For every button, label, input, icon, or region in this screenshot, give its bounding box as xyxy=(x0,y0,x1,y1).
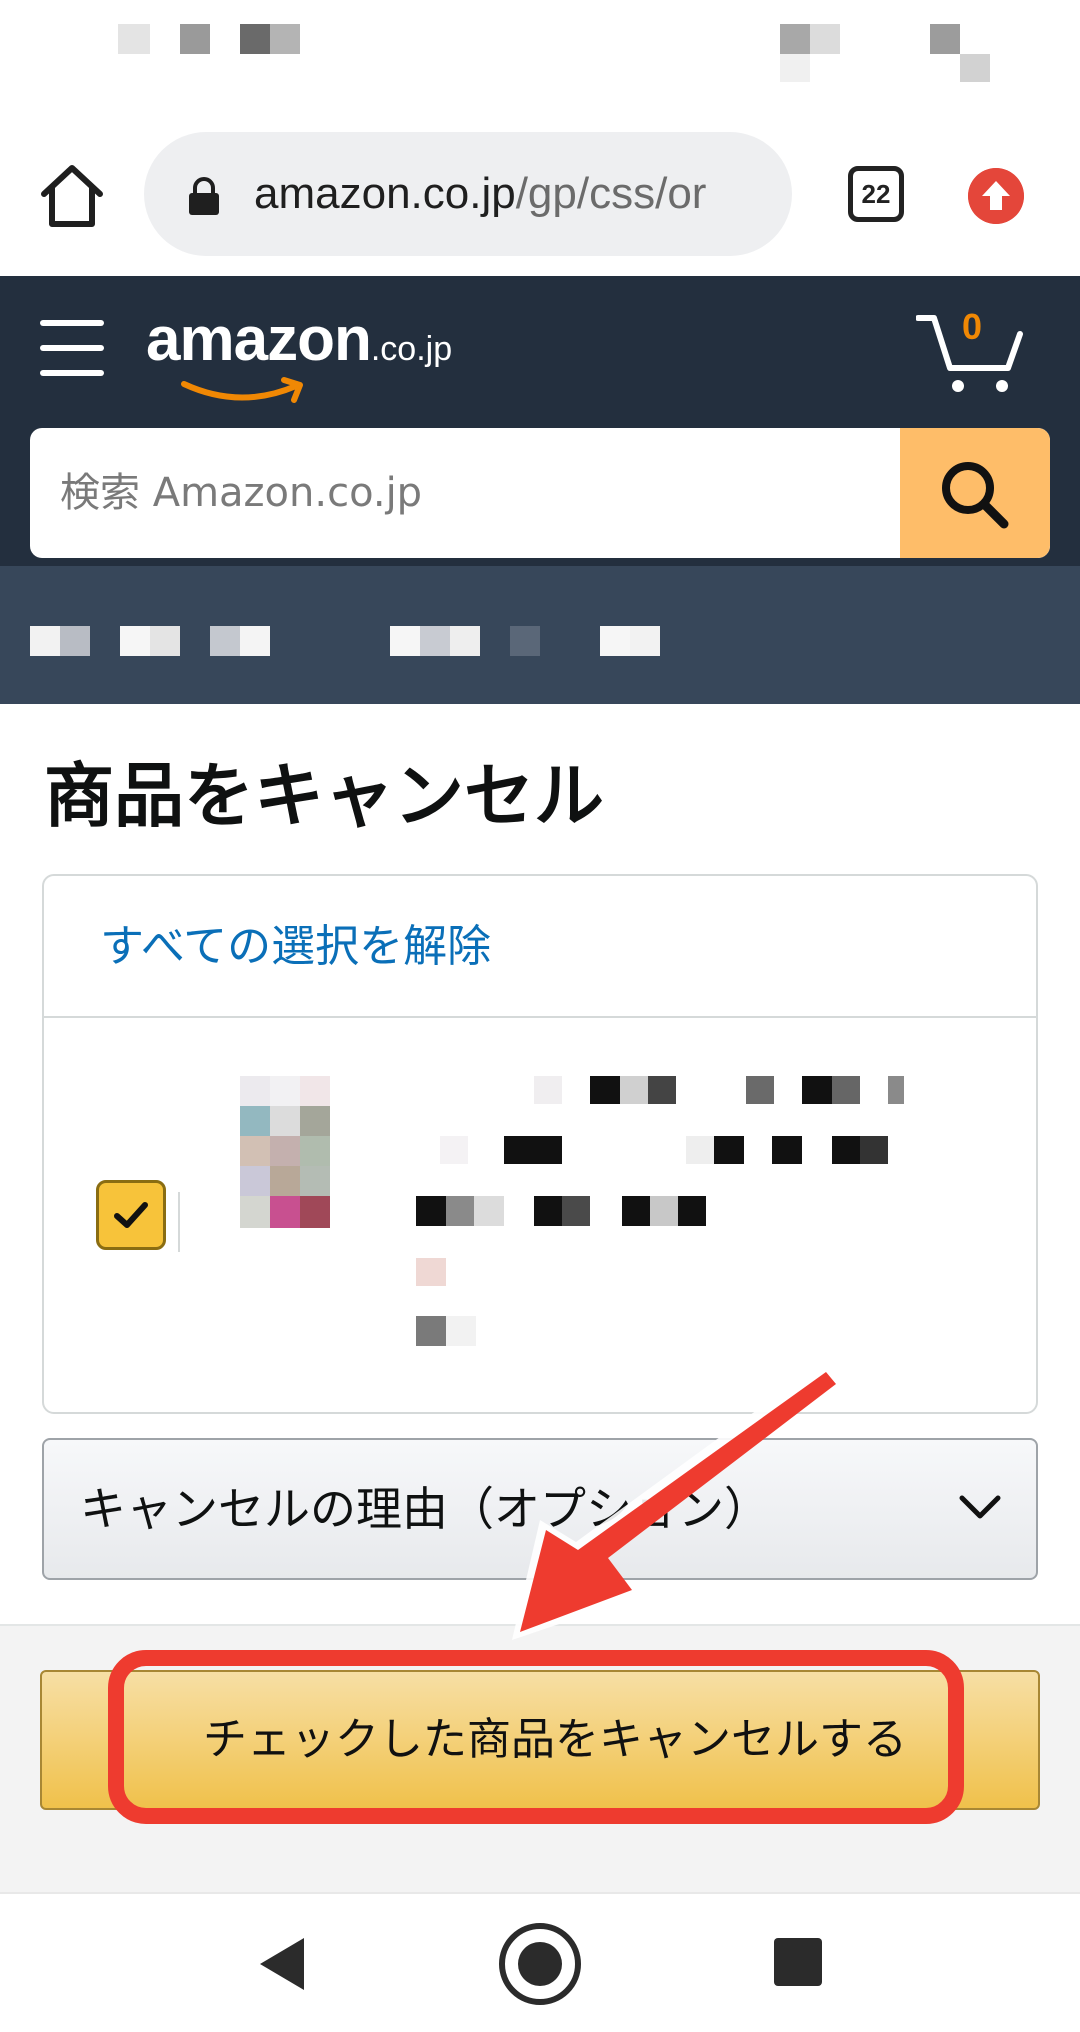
cancel-checked-items-button[interactable]: チェックした商品をキャンセルする xyxy=(40,1670,1040,1810)
status-pixel-block xyxy=(240,24,270,54)
cancel-button-label: チェックした商品をキャンセルする xyxy=(203,1714,907,1765)
subnav-pixel-block xyxy=(630,626,660,656)
url-path: /gp/css/or xyxy=(515,169,707,218)
status-pixel-block xyxy=(780,54,810,82)
cart-button[interactable]: 0 xyxy=(915,306,1026,396)
android-nav-bar xyxy=(0,1892,1080,2032)
product-description xyxy=(416,1076,904,1346)
status-pixel-block xyxy=(270,24,300,54)
cancel-reason-label: キャンセルの理由（オプション） xyxy=(80,1482,770,1536)
logo-text: amazon xyxy=(146,305,372,374)
deselect-all-link[interactable]: すべての選択を解除 xyxy=(100,910,491,974)
tabs-icon[interactable]: 22 xyxy=(848,166,904,222)
amazon-header: amazon.co.jp 0 xyxy=(0,276,1080,566)
logo-tld: .co.jp xyxy=(370,330,453,368)
cart-count: 0 xyxy=(962,306,983,347)
product-thumbnail xyxy=(240,1076,330,1228)
subnav-pixel-block xyxy=(450,626,480,656)
subnav-pixel-block xyxy=(150,626,180,656)
divider xyxy=(178,1192,180,1252)
home-nav-icon[interactable] xyxy=(496,1920,584,2008)
chevron-down-icon xyxy=(959,1495,1001,1519)
status-pixel-block xyxy=(930,24,960,54)
recents-icon[interactable] xyxy=(774,1938,822,1986)
item-card: すべての選択を解除 xyxy=(42,874,1038,1414)
status-pixel-block xyxy=(810,24,840,54)
subnav-pixel-block xyxy=(510,626,540,656)
subnav-pixel-block xyxy=(60,626,90,656)
bottom-action-panel: チェックした商品をキャンセルする xyxy=(0,1624,1080,1892)
smile-icon xyxy=(181,377,303,403)
subnav-pixel-block xyxy=(240,626,270,656)
status-pixel-block xyxy=(960,54,990,82)
subnav-pixel-block xyxy=(120,626,150,656)
item-checkbox[interactable] xyxy=(96,1180,166,1250)
status-pixel-block xyxy=(180,24,210,54)
update-icon[interactable] xyxy=(968,168,1024,224)
search-icon xyxy=(942,462,1009,529)
url-text: amazon.co.jp/gp/css/or xyxy=(254,132,706,256)
url-host: amazon.co.jp xyxy=(254,169,516,218)
menu-icon[interactable] xyxy=(40,320,104,376)
subnav-pixel-block xyxy=(390,626,420,656)
status-pixel-block xyxy=(118,24,150,54)
search-input[interactable] xyxy=(30,428,900,558)
status-bar xyxy=(0,0,1080,112)
sub-nav xyxy=(0,566,1080,704)
back-icon[interactable] xyxy=(254,1932,314,1996)
url-bar[interactable]: amazon.co.jp/gp/css/or xyxy=(144,132,792,256)
amazon-logo[interactable]: amazon.co.jp xyxy=(146,304,453,403)
browser-toolbar: amazon.co.jp/gp/css/or 22 xyxy=(0,112,1080,276)
subnav-pixel-block xyxy=(600,626,630,656)
divider xyxy=(44,1016,1036,1018)
home-icon[interactable] xyxy=(38,162,106,230)
status-pixel-block xyxy=(780,24,810,54)
subnav-pixel-block xyxy=(210,626,240,656)
cancel-reason-select[interactable]: キャンセルの理由（オプション） xyxy=(42,1438,1038,1580)
search-button[interactable] xyxy=(900,428,1050,558)
subnav-pixel-block xyxy=(420,626,450,656)
check-icon xyxy=(114,1202,148,1228)
search-box xyxy=(30,428,1050,558)
subnav-pixel-block xyxy=(30,626,60,656)
lock-icon xyxy=(189,177,219,215)
page-title: 商品をキャンセル xyxy=(44,755,604,837)
